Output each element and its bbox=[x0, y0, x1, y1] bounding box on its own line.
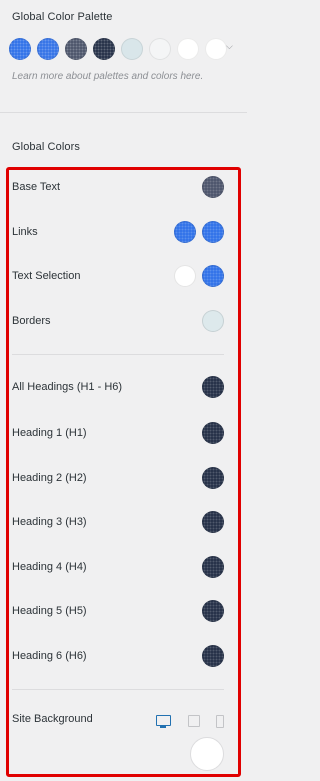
site-background-swatch[interactable] bbox=[190, 737, 224, 771]
color-swatch[interactable] bbox=[202, 556, 224, 578]
desktop-icon[interactable] bbox=[156, 715, 171, 728]
palette-hint-link[interactable]: Learn more about palettes and colors her… bbox=[12, 71, 203, 82]
palette-swatch-white-2[interactable] bbox=[205, 38, 227, 60]
global-color-row: Heading 6 (H6) bbox=[12, 643, 232, 671]
global-color-label: Heading 3 (H3) bbox=[12, 516, 87, 528]
global-color-label: Heading 5 (H5) bbox=[12, 605, 87, 617]
color-swatch[interactable] bbox=[174, 265, 196, 287]
global-color-label: All Headings (H1 - H6) bbox=[12, 381, 123, 393]
color-swatch[interactable] bbox=[202, 600, 224, 622]
color-swatch[interactable] bbox=[202, 176, 224, 198]
global-color-row: Links bbox=[12, 219, 232, 247]
global-color-label: Text Selection bbox=[12, 270, 81, 282]
global-color-label: Heading 6 (H6) bbox=[12, 650, 87, 662]
palette-swatch-bright-blue[interactable] bbox=[9, 38, 31, 60]
palette-swatch-navy[interactable] bbox=[93, 38, 115, 60]
global-colors-title: Global Colors bbox=[12, 141, 80, 153]
global-color-row: Heading 2 (H2) bbox=[12, 465, 232, 493]
color-swatch[interactable] bbox=[174, 221, 196, 243]
group-divider bbox=[12, 354, 224, 355]
global-color-label: Base Text bbox=[12, 181, 61, 193]
color-swatch[interactable] bbox=[202, 265, 224, 287]
palette-swatch-light-teal[interactable] bbox=[121, 38, 143, 60]
mobile-icon[interactable] bbox=[216, 715, 224, 728]
color-swatch[interactable] bbox=[202, 376, 224, 398]
palette-title: Global Color Palette bbox=[12, 11, 113, 23]
color-swatch[interactable] bbox=[202, 310, 224, 332]
group-divider bbox=[12, 689, 224, 690]
color-swatch[interactable] bbox=[202, 511, 224, 533]
global-color-label: Heading 2 (H2) bbox=[12, 472, 87, 484]
color-swatch[interactable] bbox=[202, 221, 224, 243]
device-switcher bbox=[156, 713, 226, 729]
color-swatch[interactable] bbox=[202, 422, 224, 444]
global-color-row: Heading 4 (H4) bbox=[12, 554, 232, 582]
global-color-row: Borders bbox=[12, 308, 232, 336]
site-background-label: Site Background bbox=[12, 713, 93, 725]
color-swatch[interactable] bbox=[202, 645, 224, 667]
global-color-label: Borders bbox=[12, 315, 51, 327]
chevron-down-icon[interactable]: ⌵ bbox=[226, 41, 233, 52]
palette-swatch-white[interactable] bbox=[177, 38, 199, 60]
global-color-row: Heading 1 (H1) bbox=[12, 420, 232, 448]
color-swatch[interactable] bbox=[202, 467, 224, 489]
palette-swatch-blue[interactable] bbox=[37, 38, 59, 60]
global-color-row: Text Selection bbox=[12, 263, 232, 291]
global-color-row: Base Text bbox=[12, 174, 232, 202]
palette-swatches bbox=[9, 38, 245, 62]
section-divider bbox=[0, 112, 247, 113]
global-color-label: Links bbox=[12, 226, 38, 238]
global-color-row: Heading 3 (H3) bbox=[12, 509, 232, 537]
tablet-icon[interactable] bbox=[188, 715, 200, 727]
global-color-label: Heading 4 (H4) bbox=[12, 561, 87, 573]
global-color-row: Heading 5 (H5) bbox=[12, 598, 232, 626]
global-color-label: Heading 1 (H1) bbox=[12, 427, 87, 439]
global-color-row: All Headings (H1 - H6) bbox=[12, 374, 232, 402]
palette-swatch-off-white[interactable] bbox=[149, 38, 171, 60]
palette-swatch-slate[interactable] bbox=[65, 38, 87, 60]
